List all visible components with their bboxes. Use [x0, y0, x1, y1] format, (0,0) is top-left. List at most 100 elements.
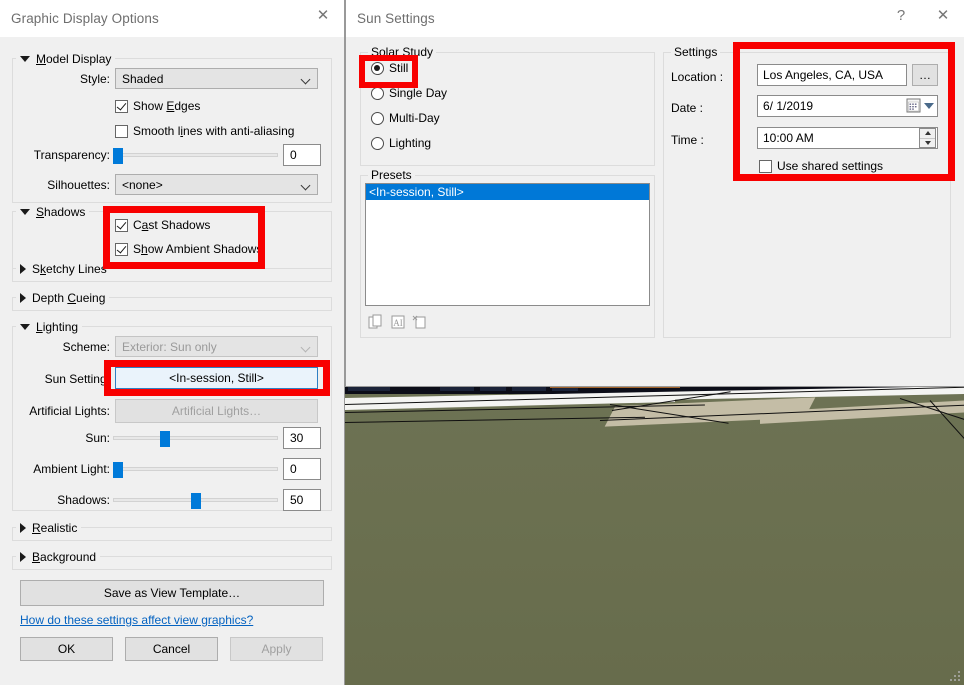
location-label: Location :: [671, 70, 724, 84]
section-shadows-header[interactable]: ShadowsShadows: [16, 203, 90, 220]
gdo-title: Graphic Display Options: [11, 11, 159, 26]
section-depth-cueing-label: Depth CueingDepth Cueing: [32, 290, 106, 305]
section-sketchy-lines-label: Sketchy LinesSketchy Lines: [32, 261, 107, 276]
date-dropdown-chevron-down-icon[interactable]: [924, 103, 934, 109]
calendar-icon[interactable]: [906, 98, 921, 116]
rename-preset-icon[interactable]: AI: [388, 312, 408, 332]
ambient-light-label: Ambient Light:: [33, 462, 110, 476]
radio-multi-day[interactable]: Multi-Day: [371, 111, 440, 125]
shadows-value-field[interactable]: 50: [283, 489, 321, 511]
slider-thumb[interactable]: [113, 148, 123, 164]
section-background-header[interactable]: BackgroundBackground: [16, 548, 101, 565]
close-icon[interactable]: ✕: [922, 0, 964, 30]
gdo-ok-button[interactable]: OK: [20, 637, 113, 661]
date-label: Date :: [671, 101, 704, 115]
smooth-lines-label: Smooth lines with anti-aliasingSmooth li…: [133, 124, 295, 138]
help-icon[interactable]: ?: [880, 0, 922, 30]
time-stepper[interactable]: [919, 128, 936, 148]
sun-value-field[interactable]: 30: [283, 427, 321, 449]
slider-thumb[interactable]: [113, 462, 123, 478]
radio-single-day-label: Single Day: [389, 86, 448, 100]
chevron-right-icon[interactable]: [20, 292, 26, 303]
use-shared-settings-label: Use shared settings: [777, 159, 884, 173]
section-sketchy-lines: Sketchy LinesSketchy Lines: [12, 260, 332, 282]
section-background: BackgroundBackground: [12, 548, 332, 570]
sun-slider[interactable]: [113, 428, 278, 448]
show-edges-checkbox[interactable]: Show EdgesShow Edges: [115, 99, 200, 113]
save-as-view-template-button[interactable]: Save as View Template…: [20, 580, 324, 606]
duplicate-preset-icon[interactable]: [366, 312, 386, 332]
shadows-slider[interactable]: [113, 490, 278, 510]
scheme-value: Exterior: Sun only: [122, 339, 217, 354]
sun-setting-button[interactable]: <In-session, Still>: [115, 367, 318, 389]
section-background-label: BackgroundBackground: [32, 549, 97, 564]
ambient-light-value-field[interactable]: 0: [283, 458, 321, 480]
use-shared-settings-checkbox[interactable]: Use shared settings: [759, 159, 883, 173]
chevron-right-icon[interactable]: [20, 551, 26, 562]
preset-list-item[interactable]: <In-session, Still>: [366, 184, 649, 200]
time-value: 10:00 AM: [763, 131, 814, 145]
chevron-down-icon: [300, 180, 311, 191]
slider-track: [113, 436, 278, 440]
chevron-down-icon[interactable]: [20, 55, 30, 62]
ambient-light-slider[interactable]: [113, 459, 278, 479]
gdo-apply-label: Apply: [261, 642, 292, 656]
sun-setting-value: <In-session, Still>: [169, 371, 264, 385]
radio-single-day[interactable]: Single Day: [371, 86, 447, 100]
delete-preset-icon[interactable]: [410, 312, 430, 332]
radio-still[interactable]: Still: [371, 61, 408, 75]
transparency-slider[interactable]: [113, 145, 278, 165]
silhouettes-combo[interactable]: <none>: [115, 174, 318, 195]
slider-thumb[interactable]: [191, 493, 201, 509]
chevron-right-icon[interactable]: [20, 263, 26, 274]
section-realistic-header[interactable]: RealisticRealistic: [16, 519, 82, 536]
chevron-down-icon[interactable]: [20, 208, 30, 215]
section-realistic-label: RealisticRealistic: [32, 520, 78, 535]
save-as-view-template-label: Save as View Template…: [103, 586, 241, 600]
sun-value: 30: [290, 431, 304, 445]
smooth-lines-checkbox[interactable]: Smooth lines with anti-aliasingSmooth li…: [115, 124, 294, 138]
scheme-label: Scheme:: [62, 340, 110, 354]
chevron-right-icon[interactable]: [20, 522, 26, 533]
style-combo[interactable]: Shaded: [115, 68, 318, 89]
shadows-slider-label: Shadows:: [57, 493, 110, 507]
silhouettes-label: Silhouettes:: [47, 178, 110, 192]
scheme-combo: Exterior: Sun only: [115, 336, 318, 357]
slider-thumb[interactable]: [160, 431, 170, 447]
ambient-light-value: 0: [290, 462, 297, 476]
help-link[interactable]: How do these settings affect view graphi…: [20, 613, 253, 627]
location-input[interactable]: Los Angeles, CA, USA: [757, 64, 907, 86]
time-stepper-down[interactable]: [920, 139, 935, 148]
gdo-cancel-button[interactable]: Cancel: [125, 637, 218, 661]
radio-lighting[interactable]: Lighting: [371, 136, 431, 150]
graphic-display-options-dialog: Graphic Display Options ✕ MModel Display…: [0, 0, 345, 685]
close-icon[interactable]: ✕: [302, 0, 344, 30]
section-sketchy-lines-header[interactable]: Sketchy LinesSketchy Lines: [16, 260, 111, 277]
location-browse-button[interactable]: …: [912, 64, 938, 86]
chevron-down-icon[interactable]: [20, 323, 30, 330]
location-value: Los Angeles, CA, USA: [763, 68, 884, 82]
location-browse-label: …: [919, 68, 931, 82]
chevron-down-icon: [300, 74, 311, 85]
sun-settings-titlebar[interactable]: Sun Settings ? ✕: [346, 0, 964, 37]
time-stepper-up[interactable]: [920, 129, 935, 139]
cast-shadows-checkbox[interactable]: Cast ShadowsCast Shadows: [115, 218, 210, 232]
chevron-up-icon: [924, 131, 931, 136]
transparency-value-field[interactable]: 0: [283, 144, 321, 166]
section-model-display-label: MModel Displayodel Display: [36, 51, 112, 66]
solar-study-label: Solar Study: [368, 45, 437, 59]
ambient-shadows-checkbox[interactable]: Show Ambient ShadowsShow Ambient Shadows: [115, 242, 262, 256]
section-model-display-header[interactable]: MModel Displayodel Display: [16, 50, 116, 67]
viewport-resize-grip[interactable]: [949, 670, 961, 682]
radio-still-label: Still: [389, 61, 409, 75]
gdo-titlebar[interactable]: Graphic Display Options ✕: [0, 0, 344, 37]
sun-setting-label: Sun Setting:: [44, 372, 110, 386]
section-lighting-header[interactable]: LightingLighting: [16, 318, 83, 335]
checkbox-box: [115, 124, 128, 138]
cast-shadows-label: Cast ShadowsCast Shadows: [133, 218, 211, 232]
presets-listbox[interactable]: <In-session, Still>: [365, 183, 650, 306]
section-depth-cueing-header[interactable]: Depth CueingDepth Cueing: [16, 289, 110, 306]
time-input[interactable]: 10:00 AM: [757, 127, 938, 149]
style-value: Shaded: [122, 71, 164, 86]
radio-button: [371, 111, 384, 125]
